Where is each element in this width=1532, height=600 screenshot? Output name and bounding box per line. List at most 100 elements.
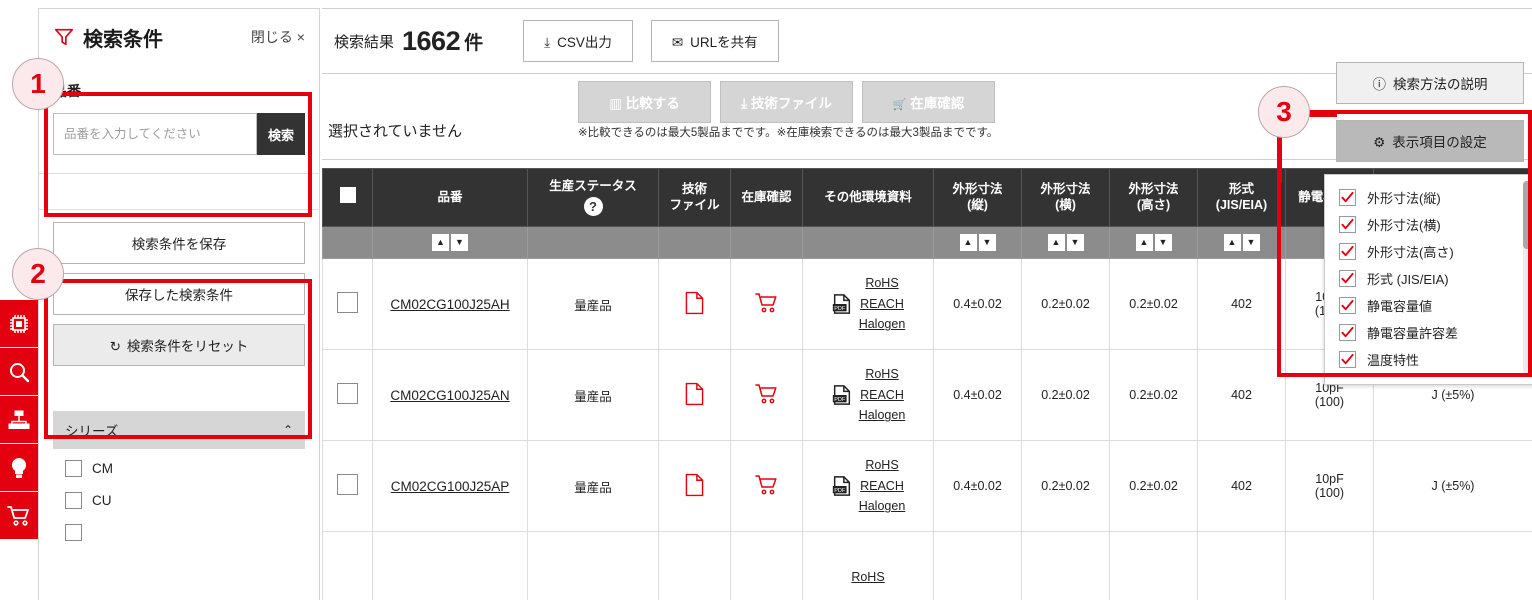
env-link[interactable]: RoHS	[859, 455, 906, 476]
stock-check-button[interactable]: 🛒 在庫確認	[862, 81, 995, 123]
select-all-checkbox[interactable]	[339, 187, 356, 204]
column-settings-dropdown[interactable]: 外形寸法(縦) 外形寸法(横) 外形寸法(高さ) 形式 (JIS/EIA) 静電容量値静…	[1324, 174, 1532, 385]
reset-search-button[interactable]: ↻ 検索条件をリセット	[53, 324, 305, 366]
dropdown-scrollbar-thumb[interactable]	[1523, 181, 1531, 249]
cart-icon[interactable]	[754, 383, 779, 405]
cart-icon[interactable]	[754, 474, 779, 496]
cell-stock-check[interactable]	[730, 440, 803, 532]
column-option-1[interactable]: 外形寸法(横)	[1339, 211, 1532, 238]
search-howto-button[interactable]: ⓘ 検索方法の説明	[1336, 62, 1524, 104]
checkbox[interactable]	[1339, 297, 1356, 314]
part-number-link[interactable]: CM02CG100J25AN	[390, 388, 509, 403]
cell-env-docs[interactable]: PDF RoHS REACH Halogen	[802, 440, 934, 532]
sort-dim-height[interactable]: ▲ ▼	[1109, 226, 1198, 259]
column-option-5[interactable]: 静電容量許容差	[1339, 319, 1532, 346]
row-select-cell[interactable]	[322, 349, 373, 441]
checkbox[interactable]	[65, 491, 82, 509]
cell-tech-file[interactable]	[658, 440, 731, 532]
document-icon[interactable]	[685, 473, 704, 497]
part-number-link[interactable]: CM02CG100J25AH	[390, 297, 509, 312]
sort-part-number[interactable]: ▲ ▼	[372, 226, 528, 259]
part-number-input[interactable]	[53, 113, 257, 155]
cell-env-docs[interactable]: PDF RoHS REACH Halogen	[802, 258, 934, 350]
checkbox[interactable]	[1339, 351, 1356, 368]
share-url-button[interactable]: ✉ URLを共有	[650, 20, 779, 62]
sitemap-icon-button[interactable]	[0, 396, 38, 444]
column-option-6[interactable]: 温度特性	[1339, 346, 1532, 373]
cell-env-docs[interactable]: PDF RoHS REACH Halogen	[802, 349, 934, 441]
pdf-icon[interactable]: PDF	[831, 384, 853, 406]
cell-tech-file[interactable]	[658, 258, 731, 350]
column-option-0[interactable]: 外形寸法(縦)	[1339, 184, 1532, 211]
document-icon[interactable]	[685, 382, 704, 406]
sort-asc-icon[interactable]: ▲	[1047, 234, 1065, 251]
cell-part-number[interactable]: CM02CG100J25AN	[372, 349, 528, 441]
cell-part-number[interactable]	[372, 531, 528, 600]
sort-desc-icon[interactable]: ▼	[978, 234, 996, 251]
cart-icon[interactable]	[754, 292, 779, 314]
env-link[interactable]: Halogen	[859, 496, 906, 517]
series-option-cu[interactable]: CU	[53, 487, 305, 513]
saved-search-button[interactable]: 保存した検索条件	[53, 273, 305, 315]
checkbox[interactable]	[65, 459, 82, 477]
sort-asc-icon[interactable]: ▲	[1135, 234, 1153, 251]
save-search-button[interactable]: 検索条件を保存	[53, 222, 305, 264]
search-icon-button[interactable]	[0, 348, 38, 396]
sort-asc-icon[interactable]: ▲	[959, 234, 977, 251]
help-icon[interactable]: ?	[583, 197, 603, 217]
env-link[interactable]: RoHS	[851, 567, 884, 588]
sort-desc-icon[interactable]: ▼	[451, 234, 468, 251]
checkbox[interactable]	[65, 523, 82, 541]
pdf-icon[interactable]: PDF	[831, 475, 853, 497]
env-link[interactable]: RoHS	[859, 364, 906, 385]
sort-dim-length[interactable]: ▲ ▼	[933, 226, 1022, 259]
lightbulb-icon-button[interactable]	[0, 444, 38, 492]
tech-file-button[interactable]: ⤓ 技術ファイル	[720, 81, 853, 123]
chip-icon-button[interactable]	[0, 300, 38, 348]
sort-asc-icon[interactable]: ▲	[1223, 234, 1241, 251]
series-option-cm[interactable]: CM	[53, 455, 305, 481]
document-icon[interactable]	[685, 291, 704, 315]
compare-button[interactable]: ▥ 比較する	[578, 81, 711, 123]
close-filter-button[interactable]: 閉じる ×	[251, 27, 305, 47]
sort-dim-width[interactable]: ▲ ▼	[1021, 226, 1110, 259]
cell-stock-check[interactable]	[730, 258, 803, 350]
pdf-icon[interactable]: PDF	[831, 293, 853, 315]
cell-tech-file[interactable]	[658, 531, 731, 600]
cell-stock-check[interactable]	[730, 349, 803, 441]
series-accordion-header[interactable]: シリーズ ⌃	[53, 411, 305, 449]
env-link[interactable]: Halogen	[859, 314, 906, 335]
env-link[interactable]: REACH	[859, 294, 906, 315]
column-settings-button[interactable]: ⚙ 表示項目の設定	[1336, 120, 1524, 162]
row-select-cell[interactable]	[322, 531, 373, 600]
checkbox[interactable]	[1339, 324, 1356, 341]
checkbox[interactable]	[1339, 270, 1356, 287]
env-link[interactable]: REACH	[859, 476, 906, 497]
row-checkbox[interactable]	[337, 292, 358, 313]
env-link[interactable]: Halogen	[859, 405, 906, 426]
sort-type[interactable]: ▲ ▼	[1197, 226, 1286, 259]
sort-desc-icon[interactable]: ▼	[1066, 234, 1084, 251]
csv-export-button[interactable]: ⤓ CSV出力	[523, 20, 633, 62]
part-number-search-button[interactable]: 検索	[257, 113, 305, 155]
cell-env-docs[interactable]: RoHS	[802, 531, 934, 600]
cell-part-number[interactable]: CM02CG100J25AH	[372, 258, 528, 350]
column-option-2[interactable]: 外形寸法(高さ)	[1339, 238, 1532, 265]
cell-stock-check[interactable]	[730, 531, 803, 600]
sort-desc-icon[interactable]: ▼	[1154, 234, 1172, 251]
row-select-cell[interactable]	[322, 440, 373, 532]
checkbox[interactable]	[1339, 243, 1356, 260]
sort-asc-icon[interactable]: ▲	[432, 234, 449, 251]
series-option-partial[interactable]	[53, 519, 305, 545]
cell-tech-file[interactable]	[658, 349, 731, 441]
checkbox[interactable]	[1339, 216, 1356, 233]
row-checkbox[interactable]	[337, 474, 358, 495]
env-link[interactable]: RoHS	[859, 273, 906, 294]
select-all-header[interactable]	[322, 168, 373, 227]
row-checkbox[interactable]	[337, 383, 358, 404]
sort-desc-icon[interactable]: ▼	[1242, 234, 1260, 251]
row-select-cell[interactable]	[322, 258, 373, 350]
column-option-4[interactable]: 静電容量値	[1339, 292, 1532, 319]
checkbox[interactable]	[1339, 189, 1356, 206]
part-number-link[interactable]: CM02CG100J25AP	[391, 479, 510, 494]
